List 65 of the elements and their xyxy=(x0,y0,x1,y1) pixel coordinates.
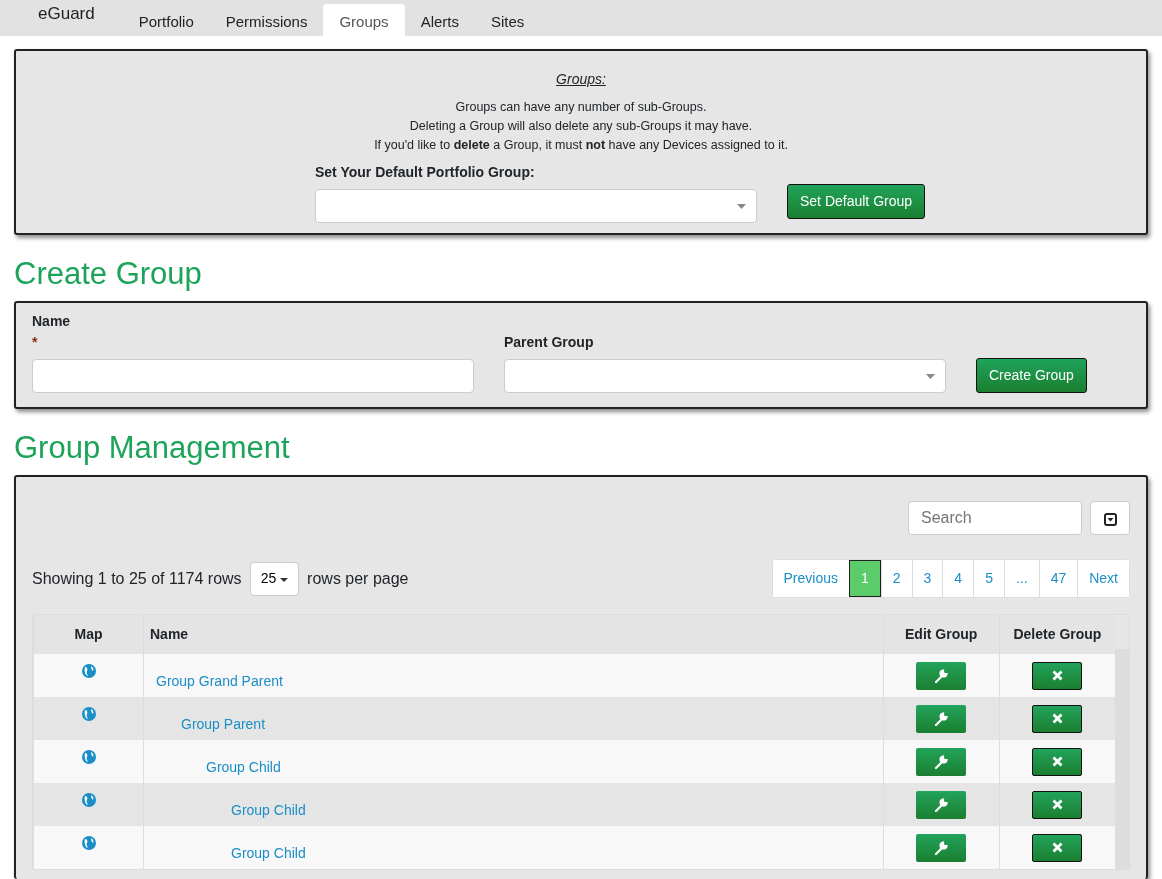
field-label: Set Your Default Portfolio Group: xyxy=(315,163,536,183)
edit-button[interactable] xyxy=(916,747,967,776)
wrench-icon xyxy=(934,754,949,769)
caret-icon xyxy=(280,577,289,582)
create-group-button[interactable]: Create Group xyxy=(976,358,1087,394)
delete-button[interactable] xyxy=(1032,747,1083,776)
delete-button[interactable] xyxy=(1032,833,1083,862)
wrench-icon xyxy=(934,668,949,683)
info-text: If you'd like to delete a Group, it must not have any Devices assigned to it. xyxy=(373,136,789,154)
caret-icon xyxy=(926,373,935,379)
name-field[interactable] xyxy=(32,359,474,394)
page-link[interactable]: 1 xyxy=(848,560,881,598)
info-text: Deleting a Group will also delete any sub-Groups it may have. xyxy=(408,117,754,135)
group-name-link[interactable]: Group Child xyxy=(231,845,306,862)
globe-icon[interactable] xyxy=(81,707,96,722)
panel-title: Groups: xyxy=(555,70,607,89)
dropdown-icon xyxy=(1103,512,1117,526)
column-header: Map xyxy=(33,615,144,655)
globe-icon[interactable] xyxy=(81,836,96,851)
field-label: Name xyxy=(32,312,72,332)
group-name-link[interactable]: Group Parent xyxy=(181,716,266,733)
set-default-button[interactable]: Set Default Group xyxy=(787,184,926,220)
nav-tab[interactable]: Alerts xyxy=(404,3,475,36)
edit-button[interactable] xyxy=(916,661,967,690)
required-mark: * xyxy=(32,334,38,351)
delete-button[interactable] xyxy=(1032,790,1083,819)
group-name-link[interactable]: Group Child xyxy=(206,759,281,776)
section-heading: Create Group xyxy=(14,257,203,292)
nav-tab[interactable]: Portfolio xyxy=(122,3,210,36)
column-header: Name xyxy=(143,615,884,655)
close-icon xyxy=(1051,670,1063,682)
page-size-dropdown[interactable]: 25 xyxy=(249,561,300,596)
edit-button[interactable] xyxy=(916,790,967,819)
brand-name: eGuard xyxy=(38,3,95,26)
scrollbar[interactable] xyxy=(1115,649,1129,870)
close-icon xyxy=(1051,713,1063,725)
nav-tab[interactable]: Groups xyxy=(323,3,405,36)
wrench-icon xyxy=(934,711,949,726)
nav-tab[interactable]: Sites xyxy=(474,3,541,36)
rows-per-page-label: rows per page xyxy=(307,568,409,589)
delete-button[interactable] xyxy=(1032,661,1083,690)
rows-info: Showing 1 to 25 of 1174 rows xyxy=(32,568,242,589)
section-heading: Group Management xyxy=(14,431,291,466)
close-icon xyxy=(1051,756,1063,768)
caret-icon xyxy=(737,203,746,209)
globe-icon[interactable] xyxy=(81,793,96,808)
field-label: Parent Group xyxy=(504,333,595,353)
group-name-link[interactable]: Group Child xyxy=(231,802,306,819)
globe-icon[interactable] xyxy=(81,664,96,679)
column-header: Delete Group xyxy=(999,615,1116,655)
page-link[interactable]: Next xyxy=(1077,560,1129,598)
delete-button[interactable] xyxy=(1032,704,1083,733)
wrench-icon xyxy=(934,840,949,855)
group-name-link[interactable]: Group Grand Parent xyxy=(156,673,283,690)
edit-button[interactable] xyxy=(916,833,967,862)
edit-button[interactable] xyxy=(916,704,967,733)
wrench-icon xyxy=(934,797,949,812)
nav-tab[interactable]: Permissions xyxy=(209,3,324,36)
search-field[interactable]: Search xyxy=(908,501,1082,536)
info-text: Groups can have any number of sub-Groups. xyxy=(454,99,708,116)
column-header: Edit Group xyxy=(883,615,1000,655)
globe-icon[interactable] xyxy=(81,750,96,765)
columns-toggle-button[interactable] xyxy=(1090,501,1130,536)
close-icon xyxy=(1051,799,1063,811)
close-icon xyxy=(1051,842,1063,854)
